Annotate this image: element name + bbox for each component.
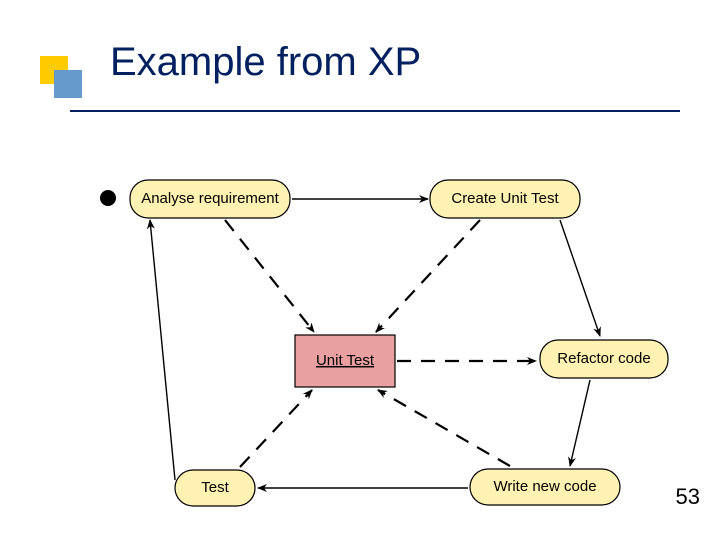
node-test-label: Test — [201, 479, 229, 496]
node-write-label: Write new code — [493, 478, 596, 495]
node-refactor-label: Refactor code — [557, 350, 650, 367]
node-create-label: Create Unit Test — [451, 190, 559, 207]
edge-test-analyse — [150, 220, 175, 480]
node-center-label: Unit Test — [316, 352, 375, 369]
diagram-svg: Analyse requirement Create Unit Test Uni… — [0, 0, 720, 540]
slide-container: Example from XP Analyse requirement Crea… — [0, 0, 720, 540]
edge-refactor-write — [570, 380, 590, 466]
edge-create-center — [376, 220, 480, 332]
edge-create-refactor — [560, 220, 600, 336]
node-analyse-label: Analyse requirement — [141, 190, 279, 207]
page-number: 53 — [676, 484, 700, 510]
edge-analyse-center — [225, 220, 314, 332]
edge-write-center — [378, 390, 510, 466]
edge-test-center — [240, 390, 312, 467]
